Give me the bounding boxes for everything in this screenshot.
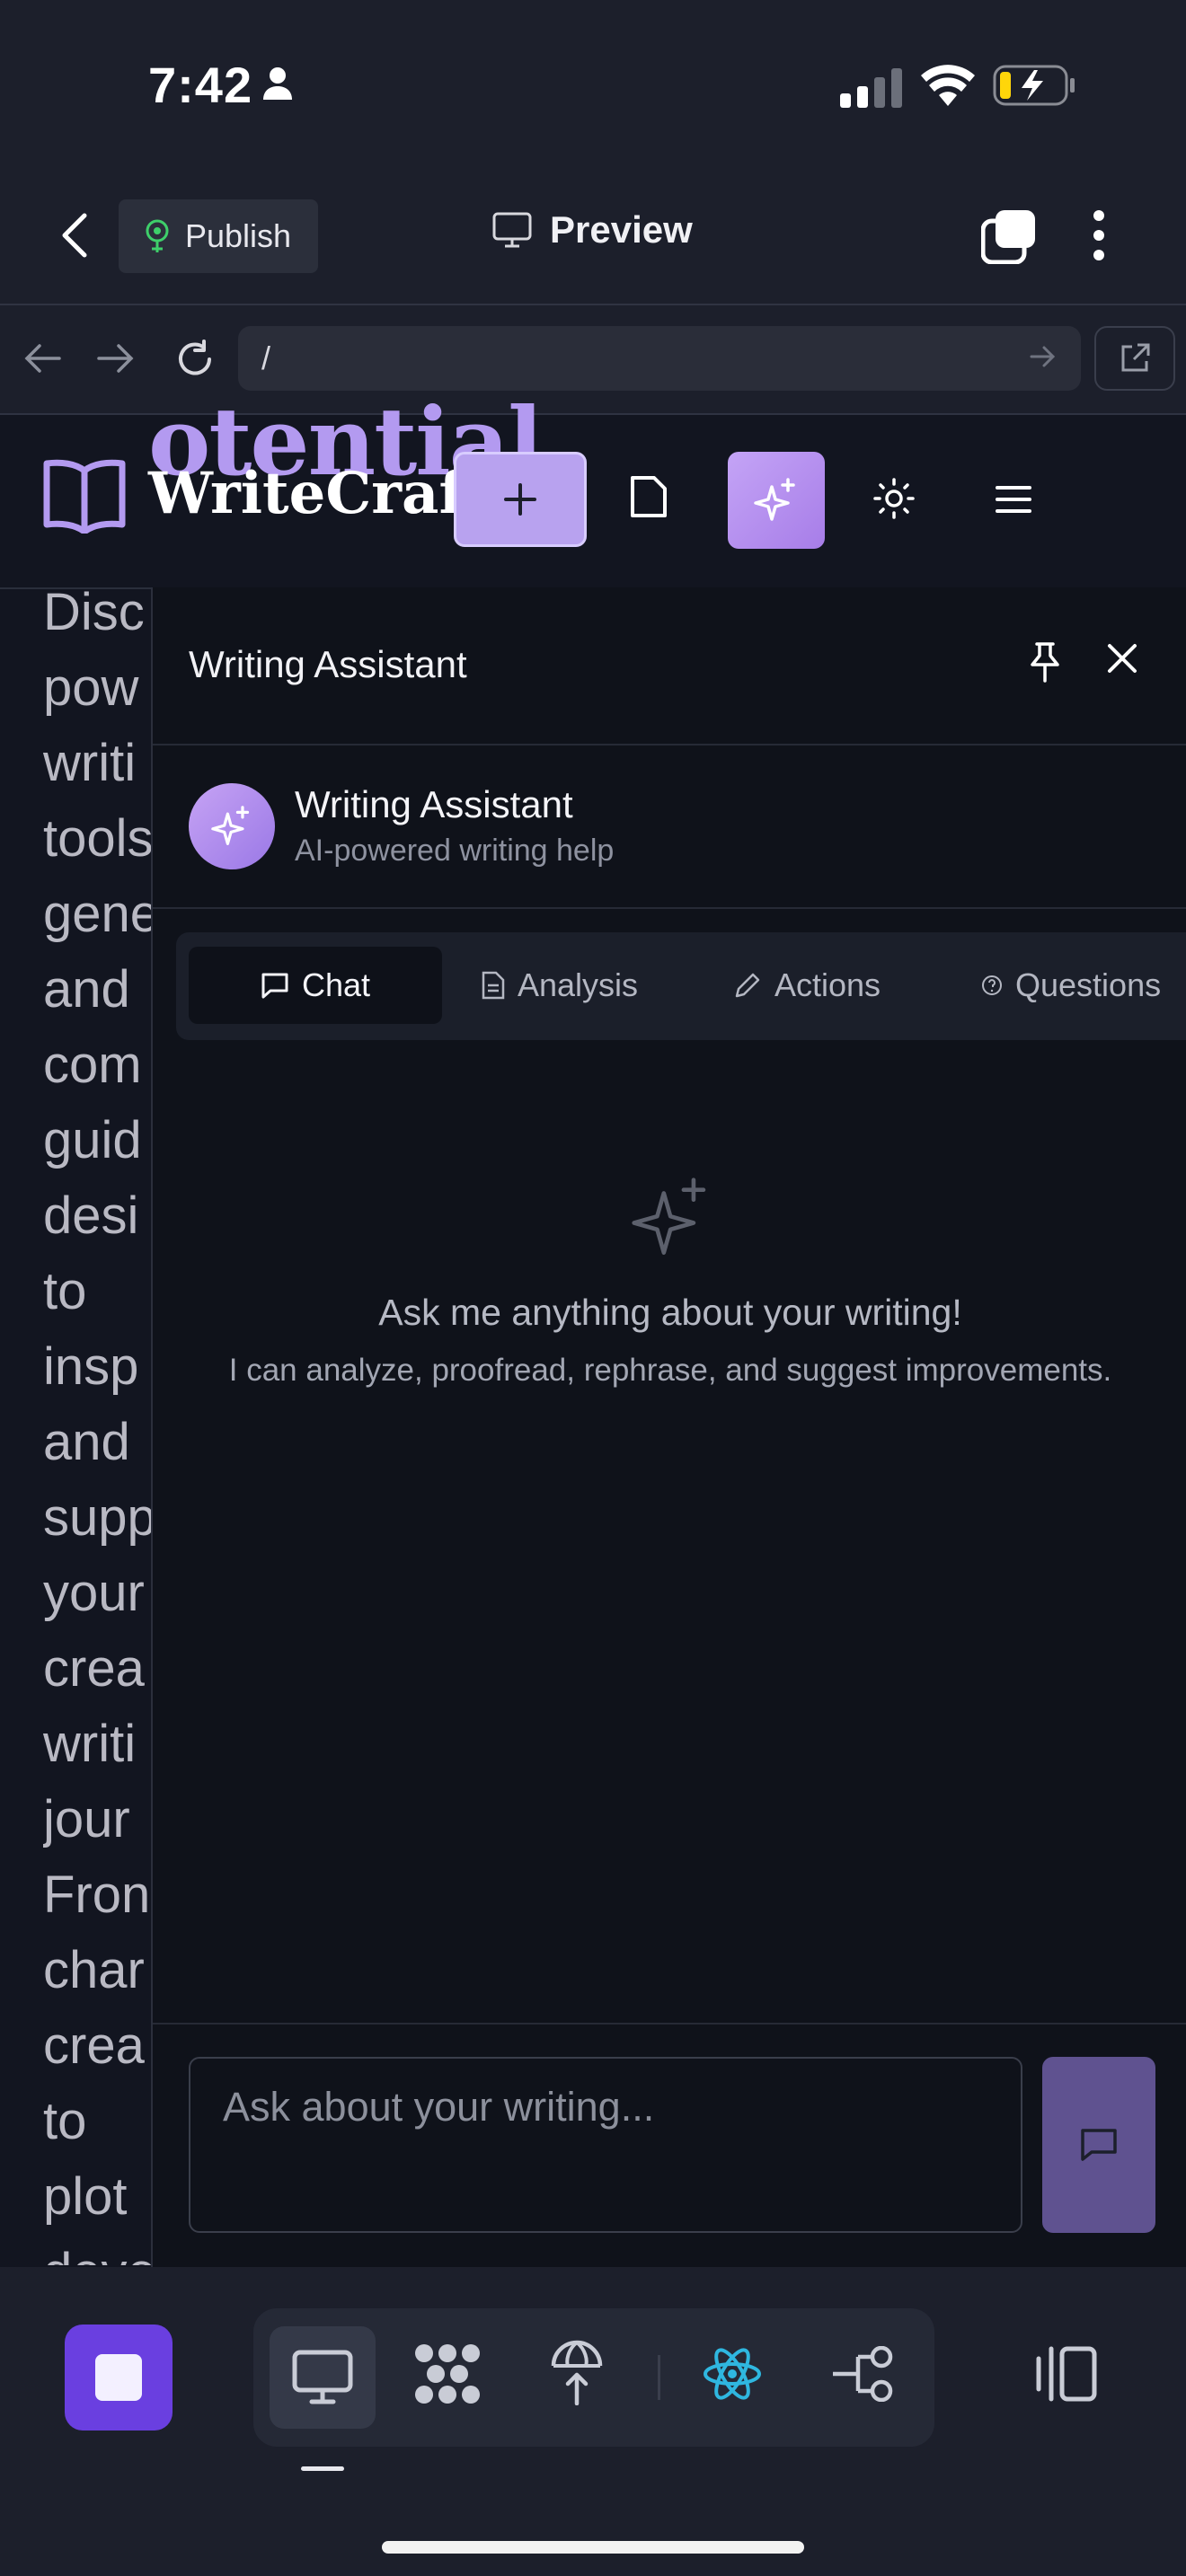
input-divider — [153, 2023, 1186, 2025]
article-text: Disc pow writi tools gene and com guid desi to ins… — [43, 575, 153, 2265]
reload-icon[interactable] — [175, 340, 215, 379]
tab-analysis[interactable]: Analysis — [482, 947, 638, 1024]
add-button[interactable] — [454, 452, 587, 547]
monitor-icon — [292, 2350, 353, 2405]
article-line: com — [43, 1036, 142, 1094]
panel-title: Writing Assistant — [189, 643, 467, 685]
tab-label: Analysis — [518, 966, 639, 1003]
article-line: Disc — [43, 583, 145, 641]
preview-label: Preview — [550, 208, 693, 251]
article-line: deve — [43, 2235, 153, 2265]
preview-toggle[interactable]: Preview — [492, 208, 693, 251]
article-line: writi — [43, 1715, 137, 1773]
document-icon[interactable] — [629, 474, 668, 519]
chat-icon — [261, 972, 289, 999]
monitor-icon — [492, 212, 532, 248]
tab-label: Actions — [774, 966, 881, 1003]
dock-separator — [658, 2355, 660, 2400]
article-line: your — [43, 1564, 145, 1622]
article-line: desi — [43, 1187, 139, 1245]
cellular-signal-icon — [840, 68, 903, 108]
article-line: and — [43, 1413, 130, 1471]
sparkles-icon — [211, 806, 252, 847]
deploy-icon[interactable] — [550, 2339, 604, 2405]
article-line: Fron — [43, 1866, 151, 1924]
publish-label: Publish — [185, 217, 292, 254]
article-line: jour — [43, 1790, 130, 1848]
tab-chat[interactable]: Chat — [189, 947, 442, 1024]
pin-icon[interactable] — [1028, 641, 1062, 683]
publish-icon — [142, 219, 173, 253]
menu-icon[interactable] — [996, 485, 1031, 514]
article-line: and — [43, 960, 130, 1019]
article-line: writi — [43, 734, 137, 792]
tab-label: Chat — [301, 966, 371, 1003]
more-vertical-icon[interactable] — [1090, 208, 1108, 262]
article-line: crea — [43, 2016, 145, 2075]
close-icon[interactable] — [1107, 643, 1137, 674]
active-tab-indicator — [301, 2466, 344, 2471]
go-arrow-icon[interactable] — [1030, 345, 1057, 368]
empty-state-title: Ask me anything about your writing! — [378, 1292, 962, 1333]
external-link-icon — [1120, 343, 1150, 374]
person-icon — [262, 66, 293, 101]
flow-icon[interactable] — [831, 2346, 896, 2402]
browser-back-icon[interactable] — [23, 343, 61, 374]
chat-input[interactable]: Ask about your writing... — [189, 2057, 1022, 2233]
article-line: tools — [43, 809, 153, 868]
sun-icon[interactable] — [873, 478, 915, 519]
apps-icon[interactable] — [413, 2342, 482, 2405]
publish-button[interactable]: Publish — [119, 199, 318, 273]
article-line: crea — [43, 1639, 145, 1698]
toolbar-divider — [0, 304, 1186, 305]
article-line: insp — [43, 1337, 139, 1396]
tab-label: Questions — [1015, 966, 1162, 1003]
home-indicator — [382, 2541, 804, 2554]
wifi-icon — [921, 63, 975, 108]
article-line: supp — [43, 1488, 153, 1547]
help-circle-icon — [981, 975, 1003, 996]
panel-layout-icon[interactable] — [1033, 2346, 1098, 2402]
article-line: guid — [43, 1111, 142, 1169]
windows-icon[interactable] — [981, 208, 1037, 264]
panel-divider — [153, 907, 1186, 909]
sparkles-icon — [754, 478, 799, 523]
empty-state-subtitle: I can analyze, proofread, rephrase, and … — [228, 1353, 1112, 1388]
message-icon — [1079, 2127, 1119, 2163]
pencil-icon — [733, 971, 762, 1000]
plus-icon — [504, 483, 536, 516]
desktop-view-button[interactable] — [270, 2326, 376, 2429]
brand-name[interactable]: WriteCraft — [148, 460, 491, 527]
assistant-name: Writing Assistant — [295, 783, 573, 825]
back-button[interactable] — [56, 208, 95, 262]
article-line: plot — [43, 2167, 128, 2226]
status-time: 7:42 — [148, 57, 253, 113]
tab-actions[interactable]: Actions — [733, 947, 881, 1024]
article-line: gene — [43, 885, 153, 943]
battery-charging-icon — [993, 65, 1075, 106]
sparkles-icon — [631, 1177, 713, 1259]
article-line: pow — [43, 658, 139, 717]
react-icon[interactable] — [703, 2346, 762, 2402]
ai-assistant-button[interactable] — [728, 452, 825, 549]
book-logo-icon[interactable] — [43, 458, 126, 534]
writing-assistant-panel: Writing Assistant Writing Assistant AI-p… — [151, 587, 1186, 2267]
article-line: to — [43, 1262, 87, 1320]
open-external-button[interactable] — [1094, 326, 1175, 391]
assistant-avatar — [189, 783, 275, 869]
stop-icon — [95, 2354, 142, 2401]
assistant-tabs: Chat Analysis Actions Questions — [176, 932, 1186, 1040]
browser-forward-icon[interactable] — [97, 343, 135, 374]
panel-divider — [153, 744, 1186, 745]
article-line: to — [43, 2092, 87, 2150]
tab-questions[interactable]: Questions — [981, 947, 1161, 1024]
document-icon — [482, 971, 505, 1000]
assistant-subtitle: AI-powered writing help — [295, 834, 615, 868]
url-input[interactable]: / — [238, 326, 1081, 391]
stop-button[interactable] — [65, 2325, 173, 2430]
article-line: char — [43, 1941, 145, 1999]
send-button[interactable] — [1042, 2057, 1155, 2233]
